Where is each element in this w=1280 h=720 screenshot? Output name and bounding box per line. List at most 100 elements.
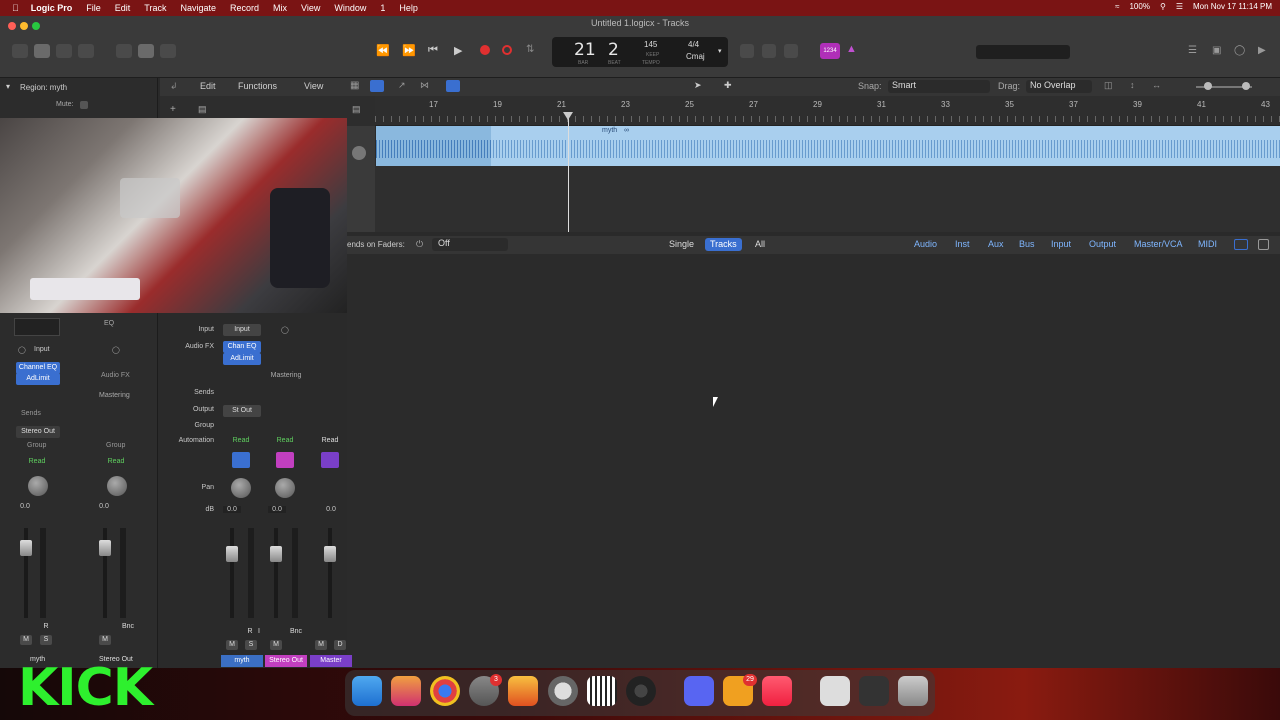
music-icon[interactable] bbox=[762, 676, 792, 706]
piano-app-icon[interactable] bbox=[587, 676, 617, 706]
strip-fader-cap[interactable] bbox=[324, 546, 336, 562]
strip-mute-button[interactable]: M bbox=[226, 640, 238, 650]
zoom-slider-knob-2[interactable] bbox=[1242, 82, 1250, 90]
strip-dim-button[interactable]: D bbox=[334, 640, 346, 650]
notes-icon[interactable] bbox=[784, 44, 798, 58]
strip-automation[interactable]: Read bbox=[268, 437, 302, 444]
edit-menu[interactable]: Edit bbox=[200, 81, 216, 91]
strip-db-readout[interactable]: 0.0 bbox=[268, 506, 286, 513]
drag-select[interactable]: No Overlap bbox=[1026, 80, 1092, 93]
menu-file[interactable]: File bbox=[86, 3, 101, 13]
inspector-pan-knob[interactable] bbox=[107, 476, 127, 496]
audio-region-selected-part[interactable] bbox=[376, 126, 491, 166]
strip-icon-master[interactable] bbox=[321, 452, 339, 468]
discord-icon[interactable] bbox=[684, 676, 714, 706]
filter-audio[interactable]: Audio bbox=[914, 239, 937, 249]
horizontal-zoom-icon[interactable]: ↔ bbox=[1152, 80, 1161, 90]
track-settings-icon[interactable]: ▤ bbox=[352, 104, 361, 115]
strip-automation[interactable]: Read bbox=[224, 437, 258, 444]
mixer-icon[interactable] bbox=[138, 44, 154, 58]
launchpad-icon[interactable] bbox=[391, 676, 421, 706]
filter-input[interactable]: Input bbox=[1051, 239, 1071, 249]
strip-mute-button[interactable]: M bbox=[315, 640, 327, 650]
search-icon[interactable]: ⚲ bbox=[1160, 2, 1166, 11]
tracks-view-button[interactable]: Tracks bbox=[705, 238, 742, 251]
sends-on-faders-select[interactable]: Off bbox=[432, 238, 508, 251]
strip-automation[interactable]: Read bbox=[313, 437, 347, 444]
disclosure-icon[interactable]: ▾ bbox=[6, 82, 10, 91]
replace-record-icon[interactable] bbox=[502, 45, 512, 55]
inspector-fx-slot[interactable]: Mastering bbox=[99, 392, 130, 399]
mute-checkbox[interactable] bbox=[80, 101, 88, 109]
mixer-area[interactable] bbox=[347, 254, 1280, 668]
eq-thumbnail[interactable] bbox=[14, 318, 60, 336]
power-icon[interactable]: ⏻ bbox=[416, 239, 423, 250]
toolbar-icon[interactable] bbox=[78, 44, 94, 58]
strip-input-monitor-button[interactable]: I bbox=[253, 627, 265, 637]
strip-fader-cap[interactable] bbox=[226, 546, 238, 562]
fl-studio-icon[interactable] bbox=[508, 676, 538, 706]
audio-region[interactable] bbox=[376, 126, 1280, 166]
strip-db-readout[interactable]: 0.0 bbox=[322, 506, 340, 513]
filter-midi[interactable]: MIDI bbox=[1198, 239, 1217, 249]
snap-select[interactable]: Smart bbox=[888, 80, 990, 93]
inspector-pan-knob[interactable] bbox=[28, 476, 48, 496]
play-icon[interactable]: ▶ bbox=[454, 44, 462, 57]
link-icon[interactable]: ◯ bbox=[18, 346, 26, 354]
inspector-automation[interactable]: Read bbox=[20, 458, 54, 465]
filter-master-vca[interactable]: Master/VCA bbox=[1134, 239, 1183, 249]
stereo-link-icon[interactable]: ◯ bbox=[281, 326, 289, 334]
inspector-mute-button[interactable]: M bbox=[20, 635, 32, 645]
add-track-icon[interactable]: + bbox=[170, 104, 176, 115]
inspector-solo-button[interactable]: S bbox=[40, 635, 52, 645]
trash-icon[interactable] bbox=[898, 676, 928, 706]
strip-solo-button[interactable]: S bbox=[245, 640, 257, 650]
track-record-icon[interactable] bbox=[352, 146, 366, 160]
rewind-icon[interactable]: ⏪ bbox=[376, 44, 390, 57]
menu-app-name[interactable]: Logic Pro bbox=[31, 3, 73, 13]
strip-icon-audio[interactable] bbox=[232, 452, 250, 468]
menu-edit[interactable]: Edit bbox=[115, 3, 131, 13]
link-icon[interactable]: ◯ bbox=[112, 346, 120, 354]
cpu-meter[interactable] bbox=[976, 45, 1070, 59]
zoom-slider-knob[interactable] bbox=[1204, 82, 1212, 90]
catch-icon[interactable]: ↗ bbox=[398, 80, 406, 91]
strip-pan-knob[interactable] bbox=[275, 478, 295, 498]
screenshot-folder-icon[interactable] bbox=[859, 676, 889, 706]
strip-pan-knob[interactable] bbox=[231, 478, 251, 498]
cycle-icon[interactable]: ⇅ bbox=[526, 44, 534, 55]
narrow-strips-icon[interactable] bbox=[1234, 239, 1248, 250]
count-in-button[interactable]: 1234 bbox=[820, 43, 840, 59]
view-menu[interactable]: View bbox=[304, 81, 323, 91]
eq-label[interactable]: EQ bbox=[104, 320, 114, 327]
region-label[interactable]: Region: myth bbox=[20, 83, 67, 92]
back-icon[interactable]: ↲ bbox=[170, 81, 178, 92]
menu-track[interactable]: Track bbox=[144, 3, 166, 13]
menu-mix[interactable]: Mix bbox=[273, 3, 287, 13]
media-icon[interactable]: ▶ bbox=[1258, 45, 1266, 56]
wifi-icon[interactable]: ≈ bbox=[1115, 2, 1119, 11]
strip-bounce-button[interactable]: Bnc bbox=[288, 627, 304, 637]
document-icon[interactable] bbox=[820, 676, 850, 706]
strip-name[interactable]: Stereo Out bbox=[265, 655, 307, 667]
menu-navigate[interactable]: Navigate bbox=[180, 3, 216, 13]
lcd-display[interactable]: 21 2 BAR BEAT 145 KEEP TEMPO 4/4 Cmaj ▾ bbox=[552, 37, 728, 67]
filter-inst[interactable]: Inst bbox=[955, 239, 970, 249]
track-header-myth[interactable] bbox=[347, 126, 375, 232]
inspector-icon[interactable] bbox=[34, 44, 50, 58]
finder-icon[interactable] bbox=[352, 676, 382, 706]
record-icon[interactable] bbox=[480, 45, 490, 55]
filter-bus[interactable]: Bus bbox=[1019, 239, 1035, 249]
library-icon[interactable] bbox=[12, 44, 28, 58]
tuner-icon[interactable] bbox=[762, 44, 776, 58]
list-editors-icon[interactable] bbox=[740, 44, 754, 58]
chevron-down-icon[interactable]: ▾ bbox=[718, 47, 722, 55]
go-to-beginning-icon[interactable]: ⏮ bbox=[428, 44, 438, 57]
flex-icon[interactable]: ⋈ bbox=[420, 80, 429, 91]
list-view-icon[interactable] bbox=[370, 80, 384, 92]
strip-fader-cap[interactable] bbox=[270, 546, 282, 562]
list-icon[interactable]: ☰ bbox=[1188, 45, 1197, 56]
strip-mute-button[interactable]: M bbox=[270, 640, 282, 650]
inspector-db-readout[interactable]: 0.0 bbox=[95, 503, 113, 510]
inspector-bounce-button[interactable]: Bnc bbox=[120, 622, 136, 632]
